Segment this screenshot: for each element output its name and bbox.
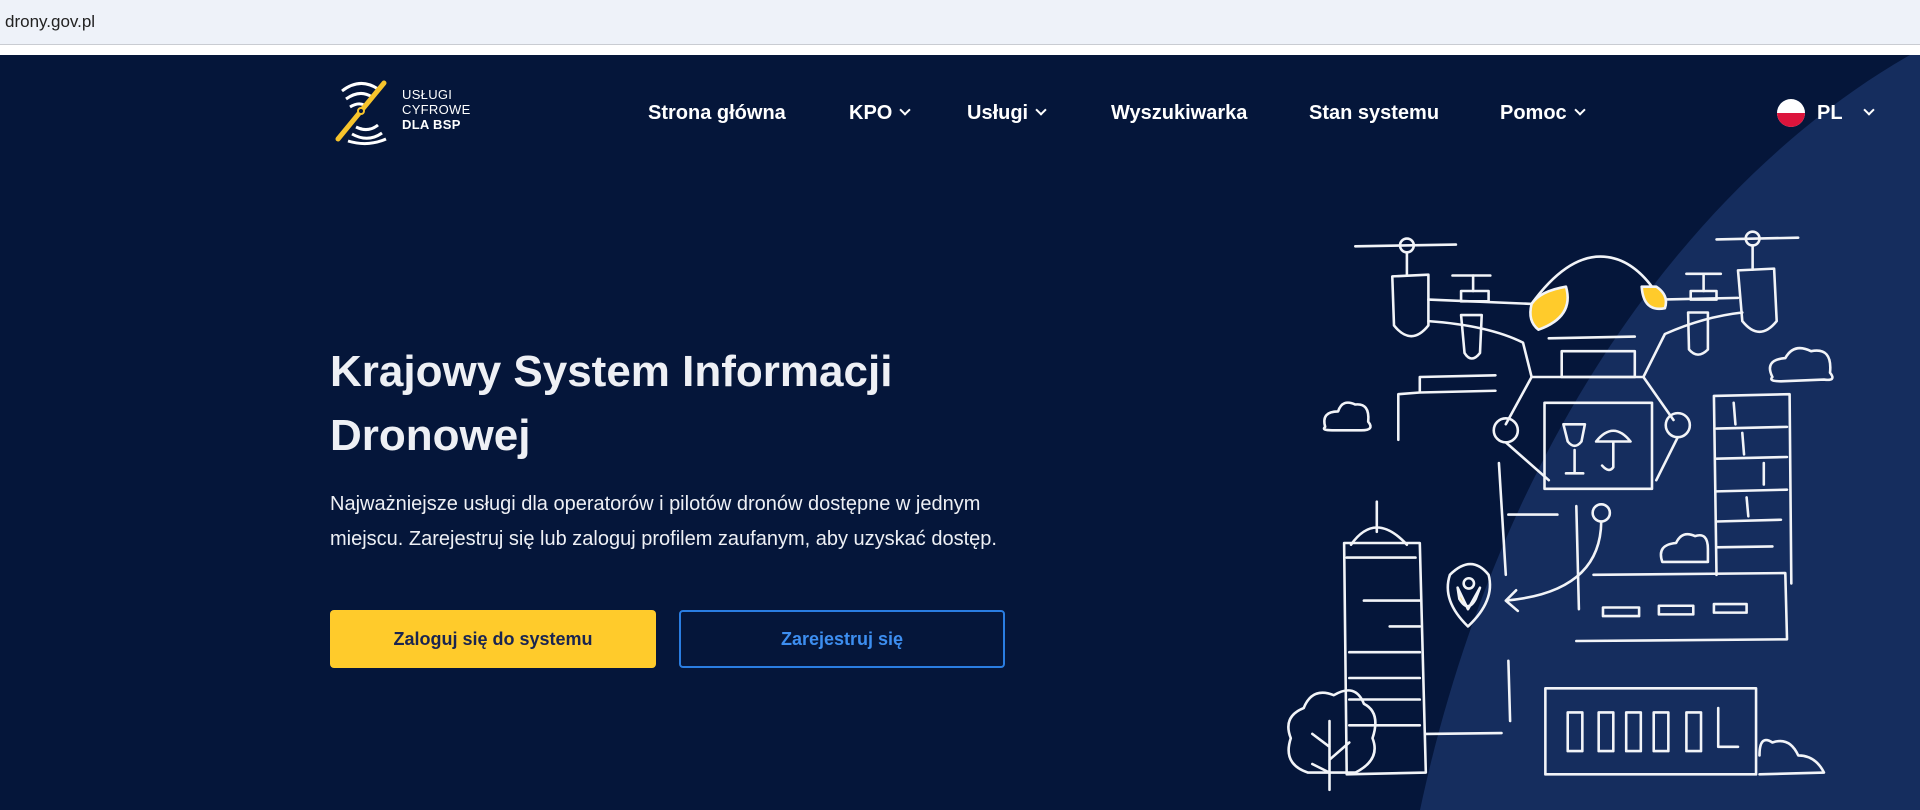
chevron-down-icon	[1035, 104, 1047, 116]
logo-line-3: DLA BSP	[402, 117, 461, 132]
logo[interactable]: USŁUGI CYFROWE DLA BSP	[330, 77, 500, 147]
nav-uslugi[interactable]: Usługi	[967, 102, 1047, 125]
page-title: Krajowy System Informacji Dronowej	[330, 347, 893, 460]
nav-kpo[interactable]: KPO	[849, 102, 912, 125]
chevron-down-icon	[1574, 104, 1586, 116]
poland-flag-icon	[1777, 99, 1805, 127]
hero-description: Najważniejsze usługi dla operatorów i pi…	[330, 493, 997, 550]
logo-line-1: USŁUGI	[402, 87, 453, 102]
hero-section: USŁUGI CYFROWE DLA BSP Strona główna KPO U…	[0, 55, 1920, 810]
nav-pomoc[interactable]: Pomoc	[1500, 102, 1586, 125]
drone-propeller-logo-icon	[335, 80, 387, 146]
nav-stan-systemu[interactable]: Stan systemu	[1309, 102, 1439, 125]
drone-delivery-illustration	[1287, 230, 1834, 792]
language-selector[interactable]: PL	[1817, 102, 1875, 125]
chevron-down-icon	[899, 104, 912, 116]
register-button[interactable]: Zarejestruj się	[679, 610, 1005, 668]
url-text: drony.gov.pl	[5, 12, 96, 31]
address-bar[interactable]: drony.gov.pl	[0, 0, 1920, 45]
nav-wyszukiwarka[interactable]: Wyszukiwarka	[1111, 102, 1247, 125]
chevron-down-icon	[1862, 104, 1875, 116]
login-button[interactable]: Zaloguj się do systemu	[330, 610, 656, 668]
nav-strona-glowna[interactable]: Strona główna	[648, 102, 786, 125]
logo-line-2: CYFROWE	[402, 102, 471, 117]
